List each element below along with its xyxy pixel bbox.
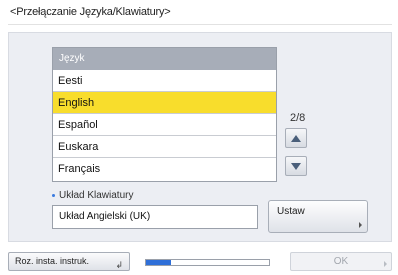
page-indicator: 2/8 [290,112,306,124]
keyboard-layout-label: Układ Klawiatury [52,190,133,201]
reset-instructions-button[interactable]: Roz. insta. instruk. ↲ [8,252,130,271]
triangle-up-icon [291,134,301,142]
bullet-icon [52,194,55,197]
language-list-header: Język [53,48,276,70]
set-button[interactable]: Ustaw [268,200,368,233]
language-item-english[interactable]: English [53,92,276,114]
triangle-down-icon [291,162,301,170]
language-item-euskara[interactable]: Euskara [53,136,276,158]
language-item-espanol[interactable]: Español [53,114,276,136]
keyboard-layout-label-text: Układ Klawiatury [59,190,134,201]
progress-fill [146,260,171,265]
scroll-up-button[interactable] [285,128,307,148]
enter-icon: ↲ [115,260,123,270]
language-item-francais[interactable]: Français [53,158,276,180]
ok-button[interactable]: OK [290,252,392,271]
progress-bar [145,259,270,266]
set-button-label: Ustaw [277,206,305,217]
corner-arrow-icon [384,261,387,267]
reset-instructions-label: Roz. insta. instruk. [15,256,90,266]
ok-button-label: OK [333,256,349,267]
keyboard-layout-value: Układ Angielski (UK) [52,205,258,229]
language-item-eesti[interactable]: Eesti [53,70,276,92]
title-divider [8,24,392,25]
scroll-down-button[interactable] [285,156,307,176]
language-list: Język Eesti English Español Euskara Fran… [52,47,277,182]
corner-arrow-icon [359,222,362,228]
page-title: <Przełączanie Języka/Klawiatury> [10,6,171,18]
